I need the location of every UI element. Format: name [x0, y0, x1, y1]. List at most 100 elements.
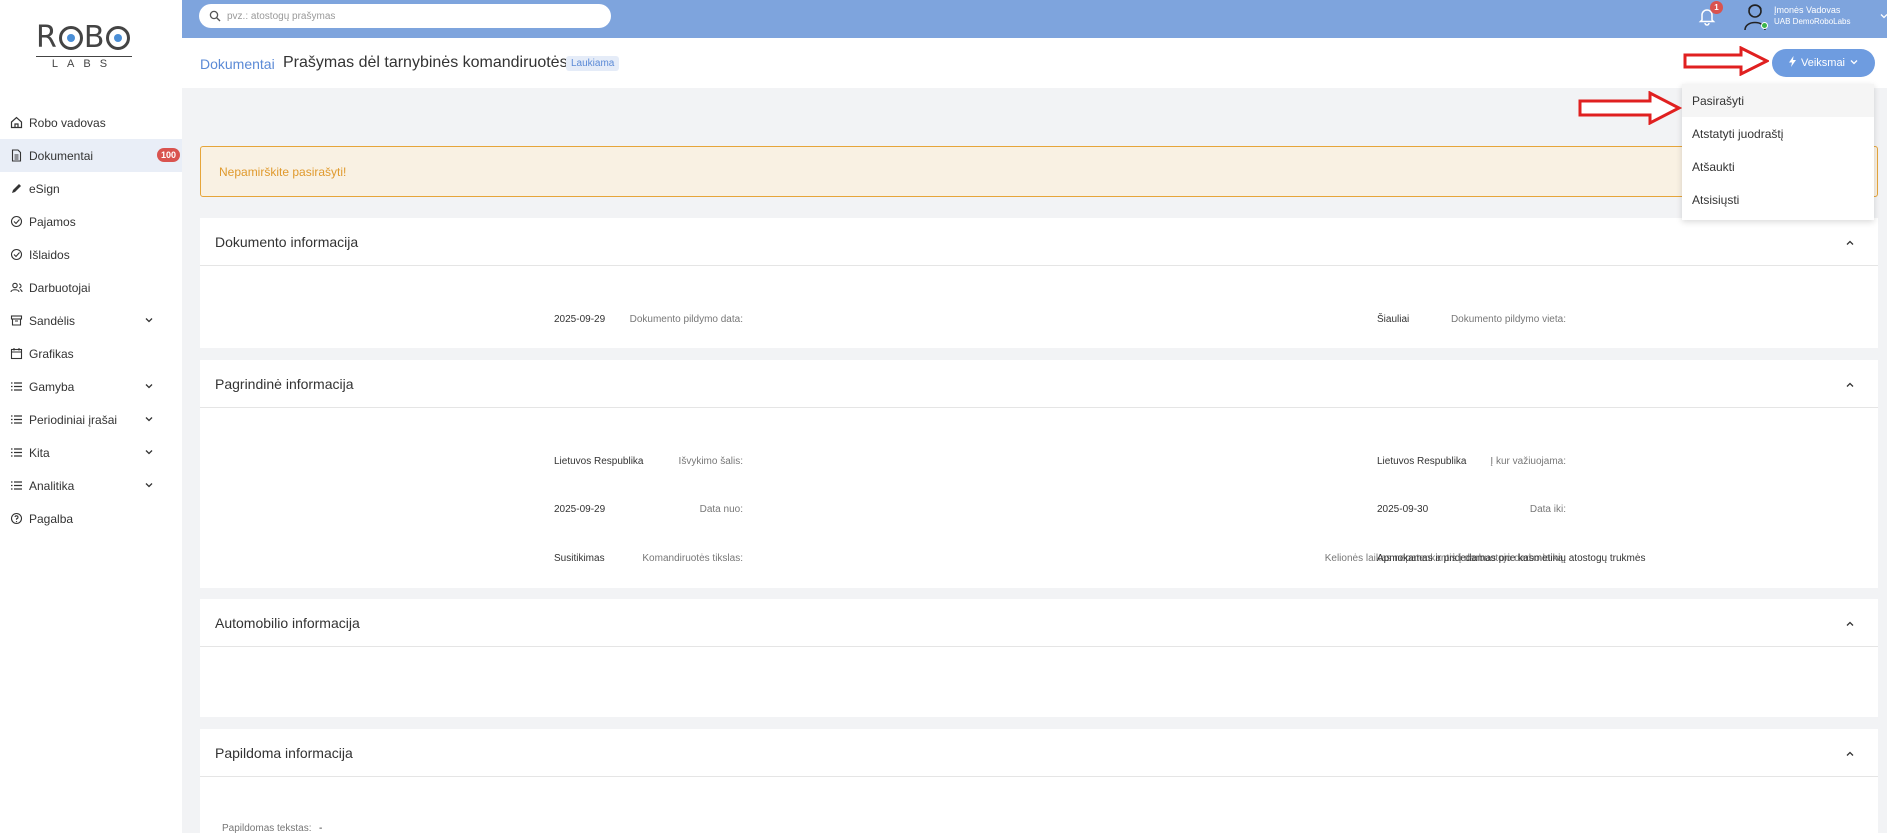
- departure-country-value: Lietuvos Respublika: [554, 456, 644, 467]
- date-from-value: 2025-09-29: [554, 504, 606, 515]
- red-arrow-annotation-icon: [1578, 91, 1682, 125]
- sidebar-item-label: Analitika: [29, 478, 75, 493]
- documents-count-badge: 100: [157, 148, 181, 162]
- card-header[interactable]: Dokumento informacija: [200, 218, 1878, 266]
- sidebar-item-label: Kita: [29, 445, 50, 460]
- company-name: UAB DemoRoboLabs: [1774, 17, 1851, 26]
- sidebar-item-label: Išlaidos: [29, 247, 70, 262]
- chevron-down-icon[interactable]: [1879, 10, 1887, 20]
- warehouse-icon: [10, 314, 23, 327]
- sidebar-item-robo-vadovas[interactable]: Robo vadovas: [0, 106, 182, 139]
- sidebar-item-pagalba[interactable]: Pagalba: [0, 502, 182, 535]
- search-icon: [209, 10, 221, 22]
- sidebar-item-label: Darbuotojai: [29, 280, 91, 295]
- chevron-down-icon[interactable]: [143, 314, 155, 326]
- menu-item-restore-draft[interactable]: Atstatyti juodraštį: [1682, 117, 1874, 150]
- date-to-value: 2025-09-30: [1377, 504, 1429, 515]
- sidebar-item-grafikas[interactable]: Grafikas: [0, 337, 182, 370]
- sidebar-item-label: Sandėlis: [29, 313, 76, 328]
- menu-item-sign[interactable]: Pasirašyti: [1682, 84, 1874, 117]
- date-to-label: Data iki:: [1529, 504, 1566, 515]
- actions-label: Veiksmai: [1800, 57, 1846, 69]
- card-title: Dokumento informacija: [215, 233, 359, 250]
- chevron-down-icon[interactable]: [143, 479, 155, 491]
- sidebar-item-label: eSign: [29, 181, 60, 196]
- chevron-up-icon[interactable]: [1844, 617, 1856, 629]
- chevron-up-icon[interactable]: [1844, 378, 1856, 390]
- calendar-icon: [10, 347, 23, 360]
- card-header[interactable]: Papildoma informacija: [200, 729, 1878, 777]
- breadcrumb-dokumentai[interactable]: Dokumentai: [200, 56, 275, 72]
- expense-icon: [10, 248, 23, 261]
- sidebar-item-label: Robo vadovas: [29, 115, 106, 130]
- income-icon: [10, 215, 23, 228]
- chevron-up-icon[interactable]: [1844, 747, 1856, 759]
- destination-label: Į kur važiuojama:: [1490, 456, 1566, 467]
- chevron-down-icon: [1849, 57, 1859, 70]
- document-icon: [10, 149, 23, 162]
- top-bar: pvz.: atostogų prašymas 1 Įmonės Vadovas…: [182, 0, 1887, 38]
- chevron-up-icon[interactable]: [1844, 236, 1856, 248]
- sidebar-item-esign[interactable]: eSign: [0, 172, 182, 205]
- sidebar-item-label: Pajamos: [29, 214, 76, 229]
- status-badge: Laukiama: [566, 56, 620, 71]
- red-arrow-annotation-icon: [1683, 46, 1769, 76]
- extra-text-label: Papildomas tekstas:: [222, 823, 312, 833]
- sidebar: RB LABS Robo vadovas Dokumentai 100 eSig…: [0, 0, 182, 833]
- page-header: Dokumentai Prašymas dėl tarnybinės koman…: [182, 38, 1887, 88]
- list-icon: [10, 380, 23, 393]
- list-icon: [10, 479, 23, 492]
- chevron-down-icon[interactable]: [143, 380, 155, 392]
- card-header[interactable]: Pagrindinė informacija: [200, 360, 1878, 408]
- sidebar-item-analitika[interactable]: Analitika: [0, 469, 182, 502]
- sidebar-item-periodiniai-irasai[interactable]: Periodiniai įrašai: [0, 403, 182, 436]
- user-info[interactable]: Įmonės Vadovas UAB DemoRoboLabs: [1774, 4, 1850, 28]
- sidebar-item-label: Periodiniai įrašai: [29, 412, 118, 427]
- actions-button[interactable]: Veiksmai: [1772, 49, 1875, 77]
- list-icon: [10, 446, 23, 459]
- fill-place-value: Šiauliai: [1377, 314, 1410, 325]
- user-name: Įmonės Vadovas: [1774, 5, 1841, 15]
- list-icon: [10, 413, 23, 426]
- sidebar-item-sandelis[interactable]: Sandėlis: [0, 304, 182, 337]
- card-main-info: Pagrindinė informacija Išvykimo šalis: L…: [200, 360, 1878, 588]
- sidebar-item-darbuotojai[interactable]: Darbuotojai: [0, 271, 182, 304]
- alert-text: Nepamirškite pasirašyti!: [219, 165, 347, 179]
- search-input[interactable]: pvz.: atostogų prašymas: [199, 4, 611, 28]
- sidebar-nav: Robo vadovas Dokumentai 100 eSign Pajamo…: [0, 106, 182, 535]
- users-icon: [10, 281, 23, 294]
- sidebar-item-label: Gamyba: [29, 379, 75, 394]
- robolabs-logo[interactable]: RB LABS: [36, 22, 136, 72]
- sidebar-item-label: Grafikas: [29, 346, 74, 361]
- fill-place-label: Dokumento pildymo vieta:: [1450, 314, 1566, 325]
- online-status-dot: [1761, 22, 1768, 29]
- date-from-label: Data nuo:: [699, 504, 743, 515]
- fill-date-label: Dokumento pildymo data:: [629, 314, 743, 325]
- search-placeholder: pvz.: atostogų prašymas: [227, 10, 336, 22]
- menu-item-download[interactable]: Atsisiųsti: [1682, 183, 1874, 216]
- sidebar-item-kita[interactable]: Kita: [0, 436, 182, 469]
- departure-country-label: Išvykimo šalis:: [678, 456, 743, 467]
- chevron-down-icon[interactable]: [143, 446, 155, 458]
- chevron-down-icon[interactable]: [143, 413, 155, 425]
- notification-badge: 1: [1710, 1, 1723, 14]
- fill-date-value: 2025-09-29: [554, 314, 606, 325]
- pen-icon: [10, 182, 23, 195]
- sign-reminder-alert: Nepamirškite pasirašyti!: [200, 146, 1878, 197]
- card-document-info: Dokumento informacija Dokumento pildymo …: [200, 218, 1878, 348]
- card-title: Papildoma informacija: [215, 744, 353, 761]
- menu-item-cancel[interactable]: Atšaukti: [1682, 150, 1874, 183]
- sidebar-item-dokumentai[interactable]: Dokumentai 100: [0, 139, 182, 172]
- card-title: Automobilio informacija: [215, 614, 360, 631]
- page-title: Prašymas dėl tarnybinės komandiruotės: [283, 54, 568, 71]
- card-car-info: Automobilio informacija: [200, 599, 1878, 717]
- sidebar-item-pajamos[interactable]: Pajamos: [0, 205, 182, 238]
- card-header[interactable]: Automobilio informacija: [200, 599, 1878, 647]
- card-extra-info: Papildoma informacija Papildomas tekstas…: [200, 729, 1878, 833]
- purpose-label: Komandiruotės tikslas:: [642, 553, 743, 564]
- sidebar-item-islaidos[interactable]: Išlaidos: [0, 238, 182, 271]
- sidebar-item-gamyba[interactable]: Gamyba: [0, 370, 182, 403]
- home-icon: [10, 116, 23, 129]
- sidebar-item-label: Dokumentai: [29, 148, 94, 163]
- actions-dropdown-menu: Pasirašyti Atstatyti juodraštį Atšaukti …: [1682, 84, 1874, 220]
